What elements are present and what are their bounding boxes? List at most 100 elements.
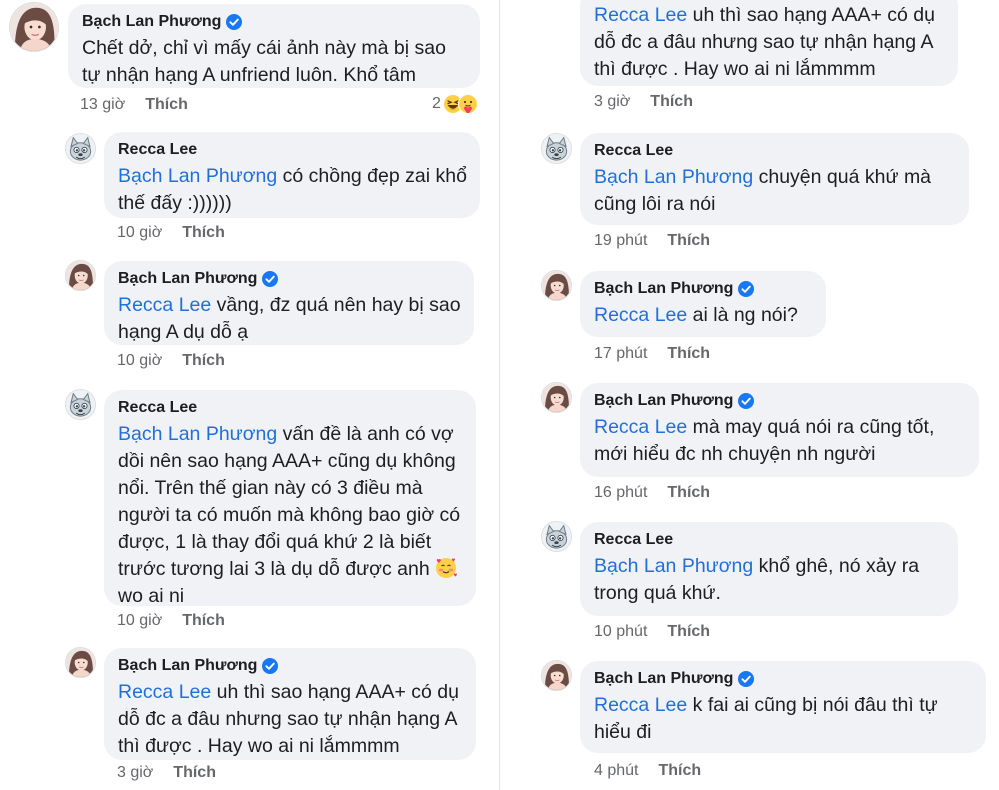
avatar[interactable] [65,647,96,678]
smiling-face-with-hearts-icon [435,557,457,579]
avatar-dog-icon [66,390,95,419]
comment-time[interactable]: 10 phút [594,623,647,641]
mention-link[interactable]: Recca Lee [594,4,687,26]
mention-link[interactable]: Bạch Lan Phương [118,423,277,445]
comment-author[interactable]: Bạch Lan Phương [118,269,257,289]
reaction-summary[interactable]: 2 [432,94,478,114]
mention-link[interactable]: Recca Lee [118,681,211,703]
avatar-dog-icon [542,522,571,551]
verified-badge-icon [262,271,278,287]
avatar[interactable] [65,389,96,420]
comment-time[interactable]: 3 giờ [594,93,630,111]
like-button[interactable]: Thích [650,93,693,111]
comment-time[interactable]: 13 giờ [80,96,125,114]
reply-bubble: Recca Lee uh thì sao hạng AAA+ có dụ dỗ … [580,0,958,86]
comment-author[interactable]: Recca Lee [118,398,197,418]
reply-meta: 3 giờ Thích [117,764,216,782]
comment-author[interactable]: Recca Lee [594,530,673,550]
like-button[interactable]: Thích [667,232,710,250]
reply-bubble: Bạch Lan Phương Recca Lee uh thì sao hạn… [104,648,476,760]
reply-text: Recca Lee uh thì sao hạng AAA+ có dụ dỗ … [118,679,464,760]
comment-author[interactable]: Recca Lee [594,141,673,161]
reaction-count: 2 [432,95,441,112]
like-button[interactable]: Thích [667,484,710,502]
mention-link[interactable]: Recca Lee [118,294,211,316]
reply-meta: 3 giờ Thích [594,93,693,111]
like-button[interactable]: Thích [667,345,710,363]
avatar[interactable] [65,133,96,164]
comment-time[interactable]: 10 giờ [117,224,162,242]
like-button[interactable]: Thích [173,764,216,782]
reply-body: ai là ng nói? [687,304,798,326]
like-button[interactable]: Thích [182,612,225,630]
avatar[interactable] [541,382,572,413]
avatar-woman-icon [542,383,571,412]
reply-text: Recca Lee mà may quá nói ra cũng tốt, mớ… [594,414,967,468]
reply-meta: 10 giờ Thích [117,224,225,242]
avatar-dog-icon [542,134,571,163]
like-button[interactable]: Thích [667,623,710,641]
avatar-woman-icon [10,3,58,51]
avatar[interactable] [541,660,572,691]
reply-text: Recca Lee k fai ai cũng bị nói đâu thì t… [594,692,974,746]
comment-author[interactable]: Bạch Lan Phương [118,656,257,676]
comment-time[interactable]: 17 phút [594,345,647,363]
mention-link[interactable]: Bạch Lan Phương [594,166,753,188]
mention-link[interactable]: Recca Lee [594,694,687,716]
like-button[interactable]: Thích [658,762,701,780]
reply-text: Recca Lee ai là ng nói? [594,302,814,329]
reply-meta: 10 giờ Thích [117,612,225,630]
like-button[interactable]: Thích [182,224,225,242]
reply-text: Recca Lee vầng, đz quá nên hay bị sao hạ… [118,292,462,346]
reply-text: Bạch Lan Phương vấn đề là anh có vợ dồi … [118,421,464,610]
reply-meta: 17 phút Thích [594,345,710,363]
comment-time[interactable]: 4 phút [594,762,638,780]
comment-author[interactable]: Recca Lee [118,140,197,160]
reply-meta: 16 phút Thích [594,484,710,502]
reply-bubble: Bạch Lan Phương Recca Lee vầng, đz quá n… [104,261,474,345]
avatar-dog-icon [66,134,95,163]
reply-bubble: Bạch Lan Phương Recca Lee ai là ng nói? [580,271,826,337]
reply-bubble: Recca Lee Bạch Lan Phương chuyện quá khứ… [580,133,969,225]
avatar-woman-icon [542,271,571,300]
avatar-woman-icon [66,261,95,290]
comment-time[interactable]: 10 giờ [117,352,162,370]
reply-text: Bạch Lan Phương có chồng đẹp zai khổ thế… [118,163,468,217]
reply-body-end: wo ai ni [118,585,185,607]
avatar[interactable] [541,521,572,552]
avatar[interactable] [9,2,59,52]
comment-author[interactable]: Bạch Lan Phương [594,391,733,411]
like-button[interactable]: Thích [182,352,225,370]
reply-text: Bạch Lan Phương chuyện quá khứ mà cũng l… [594,164,957,218]
mention-link[interactable]: Recca Lee [594,304,687,326]
reply-bubble: Recca Lee Bạch Lan Phương có chồng đẹp z… [104,132,480,218]
mention-link[interactable]: Bạch Lan Phương [118,165,277,187]
reply-bubble: Recca Lee Bạch Lan Phương khổ ghê, nó xả… [580,522,958,616]
care-reaction-icon [458,94,478,114]
comment-time[interactable]: 3 giờ [117,764,153,782]
verified-badge-icon [226,14,242,30]
comment-author[interactable]: Bạch Lan Phương [594,669,733,689]
avatar[interactable] [541,133,572,164]
verified-badge-icon [738,671,754,687]
reply-text: Bạch Lan Phương khổ ghê, nó xảy ra trong… [594,553,946,607]
comment-time[interactable]: 19 phút [594,232,647,250]
verified-badge-icon [738,393,754,409]
comment-author[interactable]: Bạch Lan Phương [82,12,221,32]
reply-meta: 19 phút Thích [594,232,710,250]
mention-link[interactable]: Bạch Lan Phương [594,555,753,577]
avatar-woman-icon [66,648,95,677]
reply-bubble: Bạch Lan Phương Recca Lee mà may quá nói… [580,383,979,477]
comment-author[interactable]: Bạch Lan Phương [594,279,733,299]
reply-meta: 10 giờ Thích [117,352,225,370]
comment-time[interactable]: 10 giờ [117,612,162,630]
comment-time[interactable]: 16 phút [594,484,647,502]
verified-badge-icon [262,658,278,674]
reply-bubble: Recca Lee Bạch Lan Phương vấn đề là anh … [104,390,476,607]
like-button[interactable]: Thích [145,96,188,114]
avatar-woman-icon [542,661,571,690]
avatar[interactable] [65,260,96,291]
verified-badge-icon [738,281,754,297]
avatar[interactable] [541,270,572,301]
mention-link[interactable]: Recca Lee [594,416,687,438]
